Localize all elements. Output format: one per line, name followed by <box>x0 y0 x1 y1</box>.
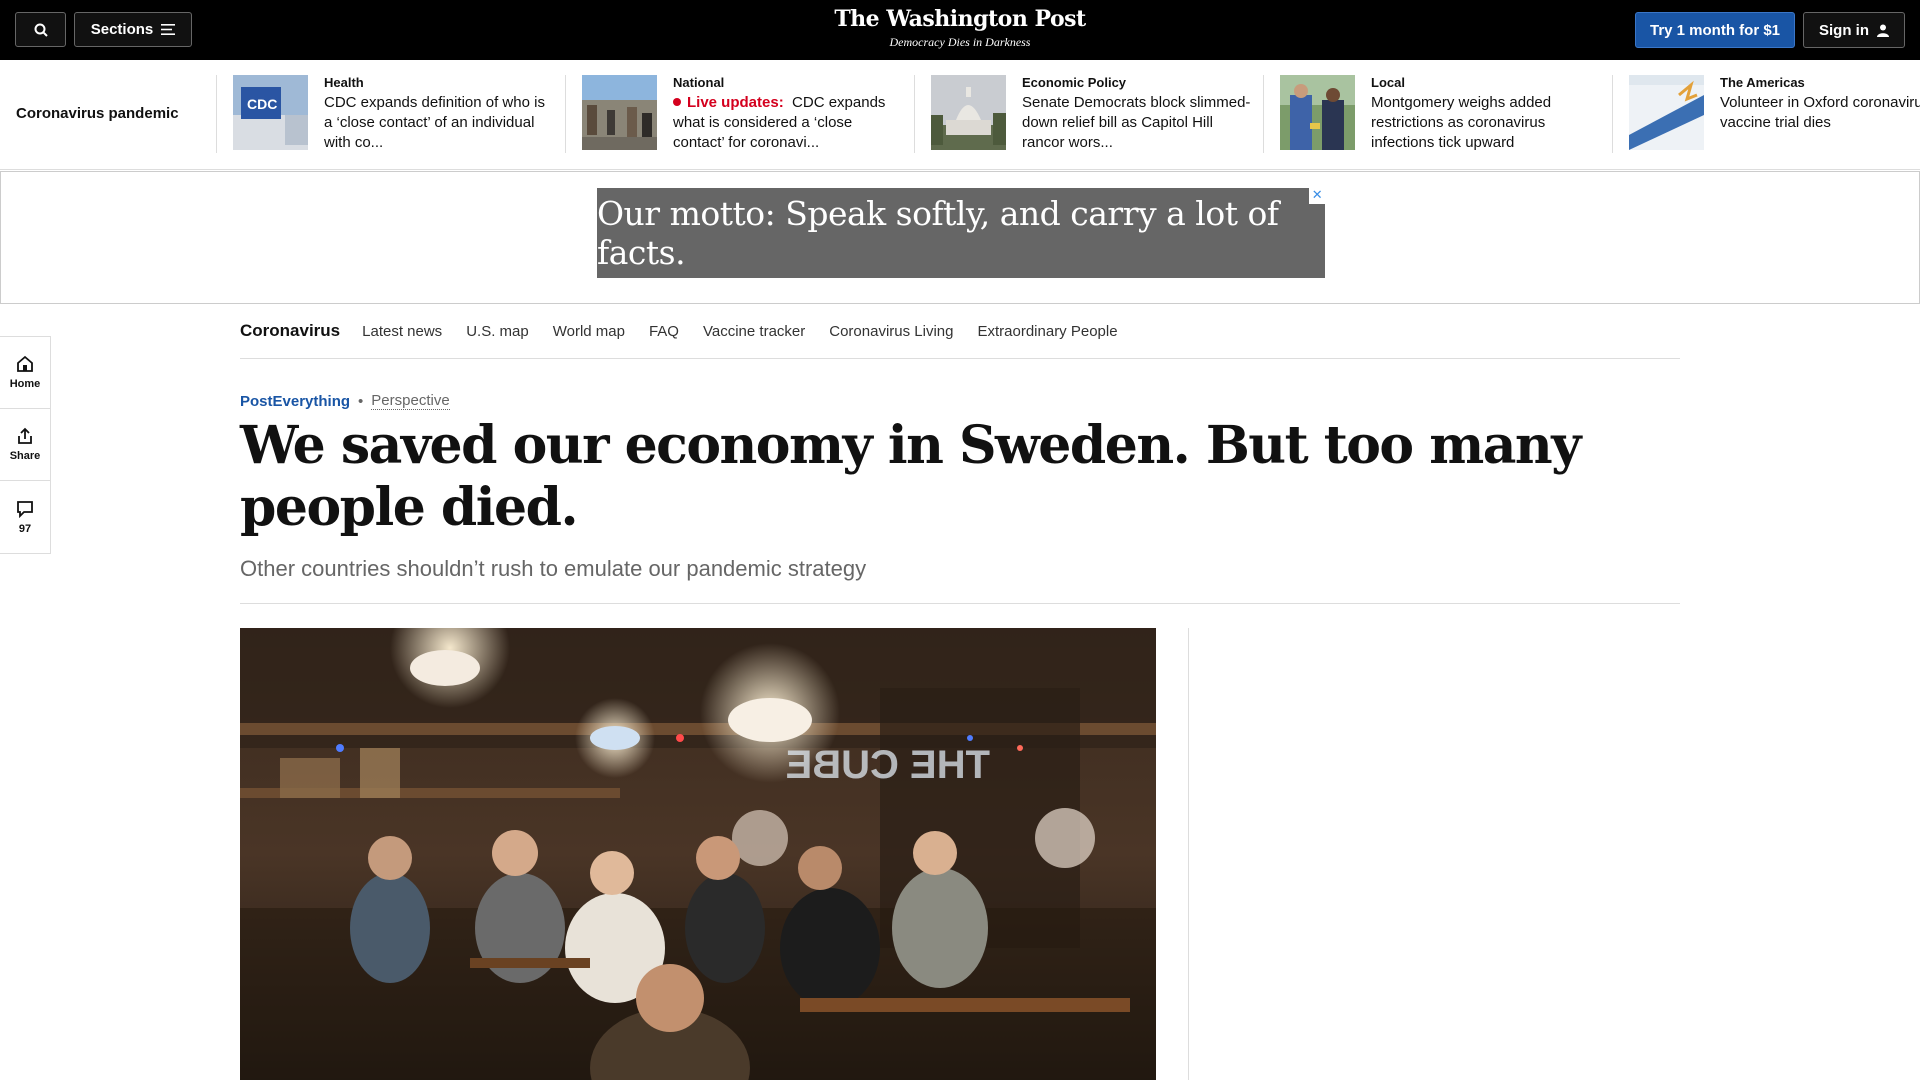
signin-label: Sign in <box>1819 21 1869 39</box>
rail-headline[interactable]: Live updates: CDC expands what is consid… <box>673 93 903 153</box>
home-label: Home <box>9 378 41 390</box>
rail-kicker: Local <box>1371 75 1405 90</box>
sections-button[interactable]: Sections <box>74 12 192 47</box>
live-label: Live updates: <box>687 94 784 111</box>
menu-icon <box>161 24 176 35</box>
logo-tagline: Democracy Dies in Darkness <box>889 35 1031 49</box>
rail-thumbnail: CDC <box>233 75 308 150</box>
home-button[interactable]: Home <box>0 337 50 409</box>
article-title: We saved our economy in Sweden. But too … <box>240 415 1581 538</box>
rail-thumbnail <box>1629 75 1704 150</box>
svg-text:CDC: CDC <box>247 96 277 112</box>
kicker-separator: • <box>358 392 364 410</box>
section-nav-link[interactable]: Latest news <box>362 323 442 340</box>
rail-item-economic-policy[interactable]: Economic Policy Senate Democrats block s… <box>914 75 1263 153</box>
rail-thumbnail <box>582 75 657 150</box>
section-nav-link[interactable]: U.S. map <box>466 323 529 340</box>
article-kicker: PostEverything • Perspective <box>240 392 450 410</box>
coronavirus-rail: Coronavirus pandemic CDC Health CDC expa… <box>0 60 1920 170</box>
search-button[interactable] <box>15 12 66 47</box>
share-rail: Home Share 97 <box>0 336 51 554</box>
rail-headline[interactable]: Senate Democrats block slimmed-down reli… <box>1022 93 1252 153</box>
rail-kicker: Economic Policy <box>1022 75 1127 90</box>
sidebar-divider <box>1188 628 1189 1080</box>
rail-item-the-americas[interactable]: The Americas Volunteer in Oxford coronav… <box>1612 75 1920 153</box>
share-label: Share <box>9 450 41 462</box>
rail-headline[interactable]: Volunteer in Oxford coronavirus vaccine … <box>1720 93 1920 133</box>
share-button[interactable]: Share <box>0 409 50 481</box>
signin-button[interactable]: Sign in <box>1803 12 1905 48</box>
rail-title[interactable]: Coronavirus pandemic <box>16 105 179 122</box>
user-icon <box>1877 24 1889 37</box>
rail-item-health[interactable]: CDC Health CDC expands definition of who… <box>216 75 565 153</box>
section-nav-link[interactable]: Extraordinary People <box>977 323 1117 340</box>
comments-button[interactable]: 97 <box>0 481 50 553</box>
rail-thumbnail <box>1280 75 1355 150</box>
rail-headline[interactable]: Montgomery weighs added restrictions as … <box>1371 93 1601 153</box>
comment-count: 97 <box>18 522 32 535</box>
logo-name: The Washington Post <box>834 6 1086 32</box>
rail-kicker: National <box>673 75 725 90</box>
section-nav-link[interactable]: Coronavirus Living <box>829 323 953 340</box>
search-icon <box>34 23 48 37</box>
ad-close-icon[interactable]: ✕ <box>1309 188 1325 204</box>
rail-item-national[interactable]: National Live updates: CDC expands what … <box>565 75 914 153</box>
section-nav-link[interactable]: Vaccine tracker <box>703 323 805 340</box>
section-nav-brand[interactable]: Coronavirus <box>240 321 340 341</box>
section-nav-link[interactable]: World map <box>553 323 625 340</box>
section-link[interactable]: PostEverything <box>240 393 350 410</box>
divider <box>240 603 1680 604</box>
ad-area: Our motto: Speak softly, and carry a lot… <box>0 171 1920 304</box>
rail-kicker: The Americas <box>1720 75 1805 90</box>
comment-icon <box>17 500 33 518</box>
ad-text: Our motto: Speak softly, and carry a lot… <box>597 194 1279 272</box>
subscribe-button[interactable]: Try 1 month for $1 <box>1635 12 1795 48</box>
rail-kicker: Health <box>324 75 364 90</box>
logo[interactable]: The Washington Post Democracy Dies in Da… <box>760 6 1160 50</box>
rail-thumbnail <box>931 75 1006 150</box>
rail-headline[interactable]: CDC expands definition of who is a ‘clos… <box>324 93 554 153</box>
perspective-label[interactable]: Perspective <box>371 392 450 410</box>
section-nav-link[interactable]: FAQ <box>649 323 679 340</box>
home-icon <box>17 355 33 372</box>
lead-photo[interactable]: THE CUBE <box>240 628 1156 1080</box>
svg-text:THE CUBE: THE CUBE <box>786 743 990 787</box>
share-icon <box>18 427 32 444</box>
top-bar: Sections The Washington Post Democracy D… <box>0 0 1920 60</box>
sections-label: Sections <box>90 21 154 38</box>
rail-item-local[interactable]: Local Montgomery weighs added restrictio… <box>1263 75 1612 153</box>
article-subtitle: Other countries shouldn’t rush to emulat… <box>240 556 867 581</box>
live-dot-icon <box>673 98 681 106</box>
section-nav: Coronavirus Latest news U.S. map World m… <box>240 304 1680 359</box>
ad-banner[interactable]: Our motto: Speak softly, and carry a lot… <box>597 188 1325 278</box>
